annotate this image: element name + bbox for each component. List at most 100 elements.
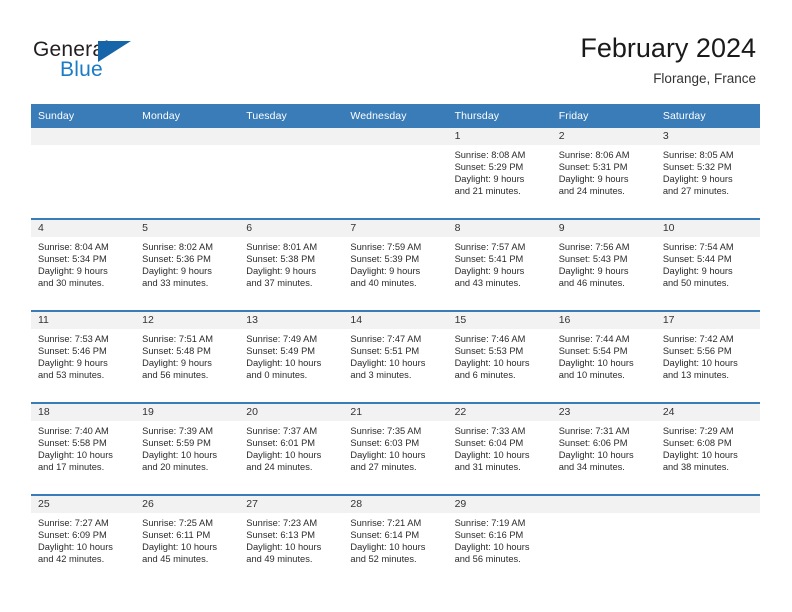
day-number: 8 bbox=[447, 220, 552, 237]
day-number: 15 bbox=[447, 312, 552, 329]
sunset-text: Sunset: 5:32 PM bbox=[662, 162, 732, 173]
sunrise-text: Sunrise: 8:05 AM bbox=[662, 150, 734, 160]
daylight-minutes-text: and 37 minutes. bbox=[246, 278, 313, 289]
calendar-day-cell[interactable]: 5 Sunrise: 8:02 AM Sunset: 5:36 PM Daylight… bbox=[135, 219, 240, 311]
sunset-text: Sunset: 5:43 PM bbox=[558, 254, 628, 265]
sunset-text: Sunset: 6:01 PM bbox=[246, 438, 316, 449]
calendar-day-cell[interactable]: 20 Sunrise: 7:37 AM Sunset: 6:01 PM Dayligh… bbox=[239, 403, 344, 495]
day-details bbox=[239, 145, 343, 149]
day-details: Sunrise: 7:29 AM Sunset: 6:08 PM Daylight:… bbox=[656, 421, 760, 473]
day-details bbox=[135, 145, 239, 149]
day-details: Sunrise: 7:19 AM Sunset: 6:16 PM Daylight:… bbox=[448, 513, 552, 565]
calendar-week-row: 11 Sunrise: 7:53 AM Sunset: 5:46 PM Dayligh… bbox=[31, 311, 760, 403]
calendar-day-cell[interactable]: 28 Sunrise: 7:21 AM Sunset: 6:14 PM Dayligh… bbox=[343, 495, 448, 586]
daylight-hours-text: Daylight: 9 hours bbox=[142, 266, 212, 277]
calendar-day-cell[interactable]: 9 Sunrise: 7:56 AM Sunset: 5:43 PM Daylight… bbox=[551, 219, 656, 311]
daylight-hours-text: Daylight: 10 hours bbox=[142, 450, 218, 461]
calendar-day-cell[interactable]: 27 Sunrise: 7:23 AM Sunset: 6:13 PM Dayligh… bbox=[239, 495, 344, 586]
sunset-text: Sunset: 6:06 PM bbox=[558, 438, 628, 449]
daylight-hours-text: Daylight: 10 hours bbox=[454, 358, 530, 369]
daylight-minutes-text: and 31 minutes. bbox=[454, 462, 521, 473]
sunrise-text: Sunrise: 7:29 AM bbox=[662, 426, 734, 436]
daylight-hours-text: Daylight: 10 hours bbox=[246, 450, 322, 461]
calendar-day-cell[interactable]: 26 Sunrise: 7:25 AM Sunset: 6:11 PM Dayligh… bbox=[135, 495, 240, 586]
calendar-day-cell[interactable]: 1 Sunrise: 8:08 AM Sunset: 5:29 PM Daylight… bbox=[447, 128, 552, 219]
calendar-day-cell[interactable]: 12 Sunrise: 7:51 AM Sunset: 5:48 PM Dayligh… bbox=[135, 311, 240, 403]
calendar-day-cell[interactable]: 6 Sunrise: 8:01 AM Sunset: 5:38 PM Daylight… bbox=[239, 219, 344, 311]
daylight-hours-text: Daylight: 10 hours bbox=[350, 450, 426, 461]
daylight-minutes-text: and 38 minutes. bbox=[662, 462, 729, 473]
daylight-minutes-text: and 42 minutes. bbox=[38, 554, 105, 565]
calendar-day-cell[interactable]: 11 Sunrise: 7:53 AM Sunset: 5:46 PM Dayligh… bbox=[31, 311, 136, 403]
day-cell-inner: 8 Sunrise: 7:57 AM Sunset: 5:41 PM Daylight… bbox=[447, 220, 552, 310]
calendar-cell-empty bbox=[135, 128, 240, 219]
sunrise-text: Sunrise: 7:56 AM bbox=[558, 242, 630, 252]
calendar-day-cell[interactable]: 15 Sunrise: 7:46 AM Sunset: 5:53 PM Dayligh… bbox=[447, 311, 552, 403]
calendar-cell-empty bbox=[239, 128, 344, 219]
calendar-week-row: 25 Sunrise: 7:27 AM Sunset: 6:09 PM Dayligh… bbox=[31, 495, 760, 586]
calendar-day-cell[interactable]: 4 Sunrise: 8:04 AM Sunset: 5:34 PM Daylight… bbox=[31, 219, 136, 311]
day-cell-inner: 22 Sunrise: 7:33 AM Sunset: 6:04 PM Dayligh… bbox=[447, 404, 552, 494]
weekday-header-friday: Friday bbox=[551, 104, 656, 128]
day-cell-inner: 14 Sunrise: 7:47 AM Sunset: 5:51 PM Dayligh… bbox=[343, 312, 448, 402]
sunset-text: Sunset: 5:41 PM bbox=[454, 254, 524, 265]
sunrise-text: Sunrise: 7:46 AM bbox=[454, 334, 526, 344]
sunset-text: Sunset: 5:54 PM bbox=[558, 346, 628, 357]
sunrise-text: Sunrise: 8:01 AM bbox=[246, 242, 318, 252]
day-cell-inner: 24 Sunrise: 7:29 AM Sunset: 6:08 PM Dayligh… bbox=[655, 404, 760, 494]
calendar-day-cell[interactable]: 19 Sunrise: 7:39 AM Sunset: 5:59 PM Dayligh… bbox=[135, 403, 240, 495]
calendar-body: 1 Sunrise: 8:08 AM Sunset: 5:29 PM Daylight… bbox=[31, 128, 760, 586]
day-number: 22 bbox=[447, 404, 552, 421]
calendar-day-cell[interactable]: 23 Sunrise: 7:31 AM Sunset: 6:06 PM Dayligh… bbox=[551, 403, 656, 495]
day-number: 16 bbox=[551, 312, 656, 329]
general-blue-logo[interactable]: General Blue bbox=[33, 38, 163, 86]
day-cell-inner: 19 Sunrise: 7:39 AM Sunset: 5:59 PM Dayligh… bbox=[135, 404, 240, 494]
day-cell-inner: 16 Sunrise: 7:44 AM Sunset: 5:54 PM Dayligh… bbox=[551, 312, 656, 402]
calendar-day-cell[interactable]: 17 Sunrise: 7:42 AM Sunset: 5:56 PM Dayligh… bbox=[655, 311, 760, 403]
day-cell-inner bbox=[31, 128, 136, 218]
day-number: 4 bbox=[31, 220, 136, 237]
calendar-week-row: 18 Sunrise: 7:40 AM Sunset: 5:58 PM Dayligh… bbox=[31, 403, 760, 495]
sunset-text: Sunset: 5:51 PM bbox=[350, 346, 420, 357]
day-details: Sunrise: 8:08 AM Sunset: 5:29 PM Daylight:… bbox=[448, 145, 552, 197]
daylight-hours-text: Daylight: 10 hours bbox=[454, 542, 530, 553]
calendar-day-cell[interactable]: 22 Sunrise: 7:33 AM Sunset: 6:04 PM Dayligh… bbox=[447, 403, 552, 495]
daylight-minutes-text: and 10 minutes. bbox=[558, 370, 625, 381]
calendar-day-cell[interactable]: 25 Sunrise: 7:27 AM Sunset: 6:09 PM Dayligh… bbox=[31, 495, 136, 586]
day-cell-inner bbox=[135, 128, 240, 218]
sunset-text: Sunset: 5:31 PM bbox=[558, 162, 628, 173]
calendar-day-cell[interactable]: 24 Sunrise: 7:29 AM Sunset: 6:08 PM Dayligh… bbox=[655, 403, 760, 495]
calendar-day-cell[interactable]: 18 Sunrise: 7:40 AM Sunset: 5:58 PM Dayligh… bbox=[31, 403, 136, 495]
title-block: February 2024 Florange, France bbox=[580, 32, 756, 89]
day-details: Sunrise: 7:47 AM Sunset: 5:51 PM Daylight:… bbox=[343, 329, 447, 381]
day-number: 26 bbox=[135, 496, 240, 513]
calendar-day-cell[interactable]: 8 Sunrise: 7:57 AM Sunset: 5:41 PM Daylight… bbox=[447, 219, 552, 311]
daylight-minutes-text: and 24 minutes. bbox=[558, 186, 625, 197]
calendar-day-cell[interactable]: 7 Sunrise: 7:59 AM Sunset: 5:39 PM Daylight… bbox=[343, 219, 448, 311]
sunset-text: Sunset: 5:59 PM bbox=[142, 438, 211, 449]
daylight-minutes-text: and 33 minutes. bbox=[142, 278, 209, 289]
calendar-day-cell[interactable]: 10 Sunrise: 7:54 AM Sunset: 5:44 PM Dayligh… bbox=[655, 219, 760, 311]
day-cell-inner: 6 Sunrise: 8:01 AM Sunset: 5:38 PM Daylight… bbox=[239, 220, 344, 310]
sunrise-text: Sunrise: 7:31 AM bbox=[558, 426, 630, 436]
calendar-day-cell[interactable]: 13 Sunrise: 7:49 AM Sunset: 5:49 PM Dayligh… bbox=[239, 311, 344, 403]
calendar-day-cell[interactable]: 2 Sunrise: 8:06 AM Sunset: 5:31 PM Daylight… bbox=[551, 128, 656, 219]
sunset-text: Sunset: 5:38 PM bbox=[246, 254, 316, 265]
day-cell-inner: 12 Sunrise: 7:51 AM Sunset: 5:48 PM Dayligh… bbox=[135, 312, 240, 402]
sunrise-text: Sunrise: 8:02 AM bbox=[142, 242, 213, 252]
calendar-day-cell[interactable]: 16 Sunrise: 7:44 AM Sunset: 5:54 PM Dayligh… bbox=[551, 311, 656, 403]
sunrise-text: Sunrise: 7:51 AM bbox=[142, 334, 213, 344]
day-cell-inner: 25 Sunrise: 7:27 AM Sunset: 6:09 PM Dayligh… bbox=[31, 496, 136, 586]
sunrise-text: Sunrise: 7:25 AM bbox=[142, 518, 213, 528]
day-details: Sunrise: 7:42 AM Sunset: 5:56 PM Daylight:… bbox=[656, 329, 760, 381]
daylight-minutes-text: and 0 minutes. bbox=[246, 370, 308, 381]
calendar-day-cell[interactable]: 3 Sunrise: 8:05 AM Sunset: 5:32 PM Daylight… bbox=[655, 128, 760, 219]
sunset-text: Sunset: 5:56 PM bbox=[662, 346, 732, 357]
day-number: 28 bbox=[343, 496, 448, 513]
calendar-day-cell[interactable]: 29 Sunrise: 7:19 AM Sunset: 6:16 PM Dayligh… bbox=[447, 495, 552, 586]
sunrise-text: Sunrise: 7:35 AM bbox=[350, 426, 422, 436]
calendar-day-cell[interactable]: 21 Sunrise: 7:35 AM Sunset: 6:03 PM Dayligh… bbox=[343, 403, 448, 495]
sunrise-text: Sunrise: 7:23 AM bbox=[246, 518, 318, 528]
daylight-minutes-text: and 24 minutes. bbox=[246, 462, 313, 473]
calendar-day-cell[interactable]: 14 Sunrise: 7:47 AM Sunset: 5:51 PM Dayligh… bbox=[343, 311, 448, 403]
